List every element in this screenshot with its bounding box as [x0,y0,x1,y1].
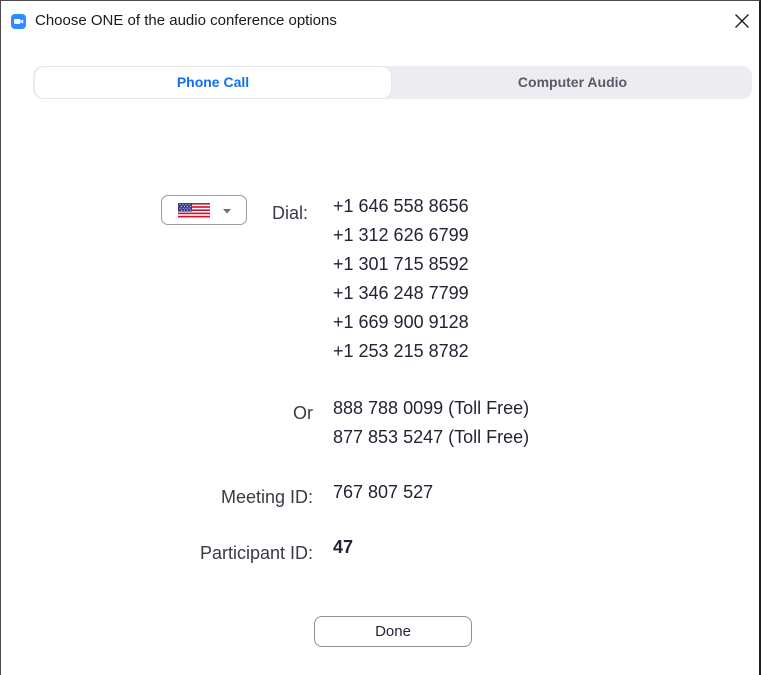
dial-number: +1 646 558 8656 [333,196,469,216]
audio-options-dialog: Choose ONE of the audio conference optio… [0,0,761,675]
dial-number: +1 253 215 8782 [333,341,469,361]
title-bar: Choose ONE of the audio conference optio… [1,1,760,41]
meeting-id-label: Meeting ID: [220,487,313,507]
toll-free-number: 888 788 0099 (Toll Free) [333,398,530,418]
participant-id-label: Participant ID: [199,543,313,563]
chevron-down-icon [220,204,234,218]
close-icon[interactable] [730,9,754,33]
participant-id-value: 47 [333,537,354,557]
zoom-camera-icon [11,14,26,29]
dialog-title: Choose ONE of the audio conference optio… [35,12,337,29]
tab-phone-call[interactable]: Phone Call [35,67,391,98]
country-selector[interactable] [161,195,247,225]
or-label: Or [293,403,313,423]
tab-computer-audio[interactable]: Computer Audio [393,66,752,99]
us-flag-icon [177,202,211,220]
dial-label: Dial: [271,203,308,223]
dial-number: +1 312 626 6799 [333,225,469,245]
toll-free-number: 877 853 5247 (Toll Free) [333,427,530,447]
audio-tab-bar: Phone Call Computer Audio [33,66,752,99]
dial-number: +1 301 715 8592 [333,254,469,274]
done-button[interactable]: Done [314,616,472,647]
dial-number: +1 669 900 9128 [333,312,469,332]
meeting-id-value: 767 807 527 [333,482,434,502]
dial-number: +1 346 248 7799 [333,283,469,303]
